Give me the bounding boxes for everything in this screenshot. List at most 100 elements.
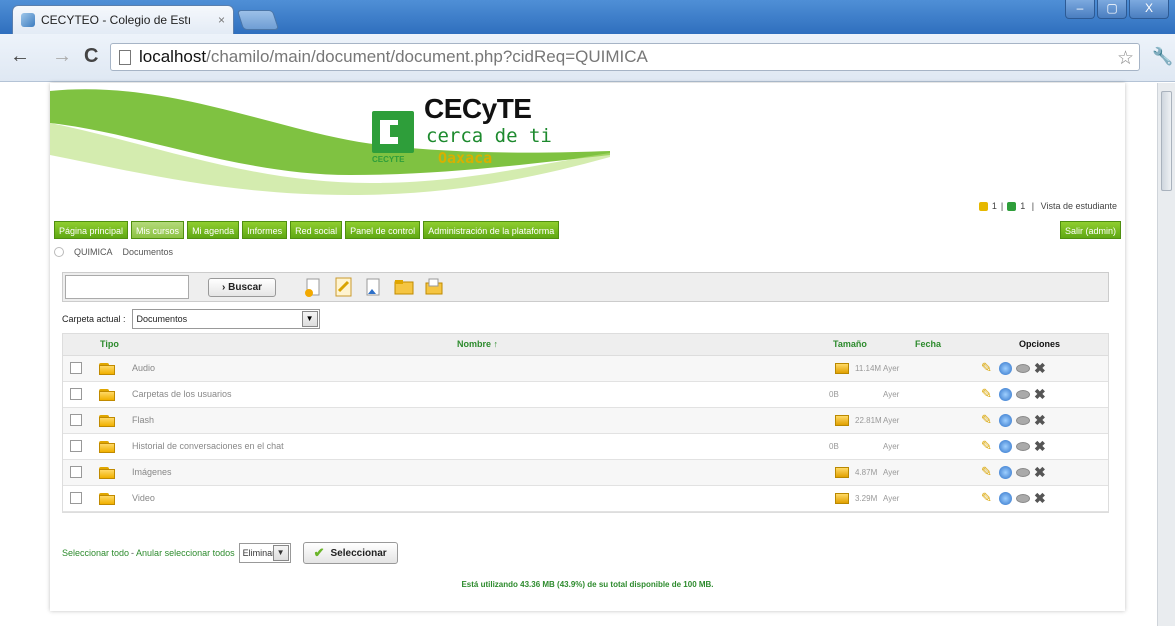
folder-icon[interactable] <box>99 467 115 479</box>
visibility-eye-icon[interactable] <box>1016 441 1030 451</box>
close-window-button[interactable]: X <box>1129 0 1169 19</box>
col-tipo[interactable]: Tipo <box>100 339 119 349</box>
visibility-eye-icon[interactable] <box>1016 415 1030 425</box>
row-checkbox[interactable] <box>70 414 82 426</box>
search-button[interactable]: › Buscar <box>208 278 276 297</box>
current-folder-select[interactable]: Documentos ▼ <box>131 309 320 329</box>
forward-arrow-icon[interactable]: → <box>52 46 72 66</box>
nav-social[interactable]: Red social <box>290 221 343 239</box>
row-checkbox[interactable] <box>70 466 82 478</box>
logo-small-text: CECYTE <box>372 155 405 164</box>
edit-pencil-icon[interactable]: ✎ <box>981 413 995 427</box>
download-folder-icon[interactable] <box>835 363 849 374</box>
current-folder-value: Documentos <box>136 314 188 324</box>
col-fecha[interactable]: Fecha <box>915 339 941 349</box>
delete-icon[interactable]: ✖ <box>1034 413 1048 427</box>
users-icon[interactable] <box>978 201 988 211</box>
col-tamano[interactable]: Tamaño <box>833 339 867 349</box>
delete-icon[interactable]: ✖ <box>1034 387 1048 401</box>
cecyte-logo-mark <box>372 111 414 153</box>
back-arrow-icon[interactable]: ← <box>10 46 30 66</box>
col-nombre[interactable]: Nombre ↑ <box>457 339 498 349</box>
row-checkbox[interactable] <box>70 440 82 452</box>
row-checkbox[interactable] <box>70 492 82 504</box>
delete-icon[interactable]: ✖ <box>1034 491 1048 505</box>
edit-pencil-icon[interactable]: ✎ <box>981 387 995 401</box>
delete-icon[interactable]: ✖ <box>1034 465 1048 479</box>
edit-pencil-icon[interactable]: ✎ <box>981 439 995 453</box>
edit-pencil-icon[interactable]: ✎ <box>981 465 995 479</box>
select-all-link[interactable]: Seleccionar todo <box>62 548 129 558</box>
select-submit-button[interactable]: ✔ Seleccionar <box>302 542 398 564</box>
messages-icon[interactable] <box>1007 201 1017 211</box>
browser-tab[interactable]: CECYTEO - Colegio de Estı × <box>12 5 234 34</box>
search-input[interactable] <box>65 275 189 299</box>
page-viewport: CECYTE CECyTE cerca de ti Oaxaca 1 | 1 |… <box>0 83 1157 626</box>
template-document-icon[interactable] <box>333 276 355 298</box>
nav-dashboard[interactable]: Panel de control <box>345 221 421 239</box>
new-document-icon[interactable] <box>303 276 325 298</box>
delete-icon[interactable]: ✖ <box>1034 361 1048 375</box>
reload-icon[interactable]: C <box>84 46 98 66</box>
folder-icon[interactable] <box>99 389 115 401</box>
logout-button[interactable]: Salir (admin) <box>1059 221 1121 239</box>
move-icon[interactable] <box>999 413 1012 427</box>
bookmark-star-icon[interactable]: ☆ <box>1117 47 1134 70</box>
download-folder-icon[interactable] <box>835 415 849 426</box>
row-checkbox[interactable] <box>70 388 82 400</box>
shared-folder-icon[interactable] <box>423 276 445 298</box>
student-view-link[interactable]: Vista de estudiante <box>1041 201 1117 211</box>
maximize-button[interactable]: ▢ <box>1097 0 1127 19</box>
deselect-all-link[interactable]: Anular seleccionar todos <box>136 548 235 558</box>
bulk-action-value: Eliminar <box>242 548 276 558</box>
tab-close-icon[interactable]: × <box>218 13 225 27</box>
home-icon[interactable] <box>54 247 64 257</box>
edit-pencil-icon[interactable]: ✎ <box>981 491 995 505</box>
browser-toolbar: ← → C localhost /chamilo/main/document/d… <box>0 34 1175 82</box>
delete-icon[interactable]: ✖ <box>1034 439 1048 453</box>
breadcrumb-course[interactable]: QUIMICA <box>74 247 113 257</box>
folder-icon[interactable] <box>99 441 115 453</box>
quota-text: Está utilizando 43.36 MB (43.9%) de su t… <box>461 580 714 589</box>
move-icon[interactable] <box>999 439 1012 453</box>
folder-icon[interactable] <box>99 415 115 427</box>
visibility-eye-icon[interactable] <box>1016 363 1030 373</box>
nav-home[interactable]: Página principal <box>54 221 129 239</box>
nav-platform-admin[interactable]: Administración de la plataforma <box>423 221 560 239</box>
folder-icon[interactable] <box>99 363 115 375</box>
row-name[interactable]: Historial de conversaciones en el chat <box>132 441 284 451</box>
new-tab-button[interactable] <box>236 10 280 30</box>
row-actions: ✎ ✖ <box>981 361 1048 376</box>
row-size: 0B <box>829 390 839 399</box>
bulk-action-select[interactable]: Eliminar ▼ <box>238 543 291 563</box>
row-name[interactable]: Imágenes <box>132 467 172 477</box>
visibility-eye-icon[interactable] <box>1016 389 1030 399</box>
row-checkbox[interactable] <box>70 362 82 374</box>
move-icon[interactable] <box>999 465 1012 479</box>
move-icon[interactable] <box>999 387 1012 401</box>
move-icon[interactable] <box>999 361 1012 375</box>
visibility-eye-icon[interactable] <box>1016 493 1030 503</box>
wrench-icon[interactable]: 🔧 <box>1152 47 1173 67</box>
row-name[interactable]: Audio <box>132 363 155 373</box>
vertical-scrollbar[interactable] <box>1157 83 1175 626</box>
row-name[interactable]: Video <box>132 493 155 503</box>
edit-pencil-icon[interactable]: ✎ <box>981 361 995 375</box>
nav-agenda[interactable]: Mi agenda <box>187 221 240 239</box>
upload-document-icon[interactable] <box>363 276 385 298</box>
nav-my-courses[interactable]: Mis cursos <box>131 221 185 239</box>
new-folder-icon[interactable] <box>393 276 415 298</box>
nav-reports[interactable]: Informes <box>242 221 288 239</box>
row-name[interactable]: Flash <box>132 415 154 425</box>
visibility-eye-icon[interactable] <box>1016 467 1030 477</box>
scrollbar-thumb[interactable] <box>1161 91 1172 191</box>
user-info: 1 | 1 | Vista de estudiante <box>978 201 1117 211</box>
minimize-button[interactable]: – <box>1065 0 1095 19</box>
folder-icon[interactable] <box>99 493 115 505</box>
move-icon[interactable] <box>999 491 1012 505</box>
row-name[interactable]: Carpetas de los usuarios <box>132 389 232 399</box>
download-folder-icon[interactable] <box>835 467 849 478</box>
address-bar[interactable]: localhost /chamilo/main/document/documen… <box>110 43 1140 71</box>
table-row: Flash 22.81M Ayer ✎ ✖ <box>63 408 1108 434</box>
download-folder-icon[interactable] <box>835 493 849 504</box>
